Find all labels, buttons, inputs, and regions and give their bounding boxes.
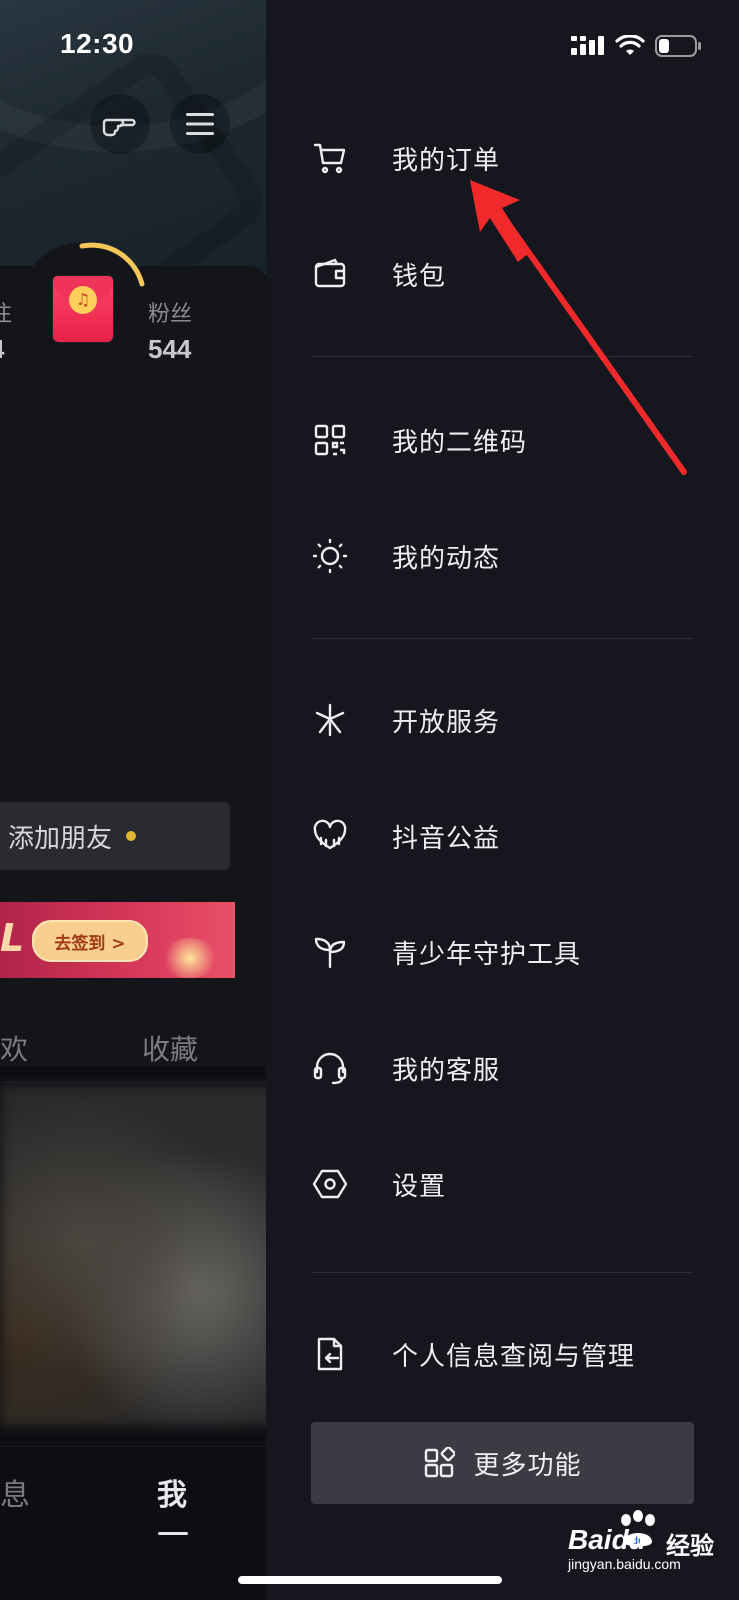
tab-favorites[interactable]: 收藏 [142, 1028, 198, 1068]
following-label: 注 [0, 302, 13, 327]
nav-active-indicator [158, 1532, 188, 1535]
menu-item-youth-protection[interactable]: 青少年守护工具 [312, 922, 702, 982]
watermark-url: jingyan.baidu.com [568, 1556, 681, 1572]
hamburger-icon [186, 113, 214, 135]
red-packet-icon[interactable]: ♫ [53, 276, 113, 342]
signin-button[interactable]: 去签到 > [32, 920, 148, 962]
battery-icon [655, 35, 701, 57]
status-icons [571, 34, 703, 58]
signal-icon [571, 36, 604, 55]
menu-label: 抖音公益 [392, 823, 501, 854]
menu-item-moments[interactable]: 我的动态 [312, 526, 702, 586]
menu-label: 我的动态 [392, 543, 501, 574]
add-friend-label: 添加朋友 [8, 823, 113, 854]
menu-label: 设置 [392, 1171, 447, 1202]
baidu-watermark: du Baidu 经验 jingyan.baidu.com [568, 1510, 730, 1572]
charity-heart-icon [313, 819, 347, 850]
banner-letter: L [0, 916, 25, 960]
visitor-button[interactable] [90, 94, 150, 154]
signin-banner[interactable]: L 去签到 > [0, 902, 235, 978]
more-features-button[interactable]: 更多功能 [311, 1422, 694, 1504]
menu-item-charity[interactable]: 抖音公益 [312, 806, 702, 866]
following-count: 4 [0, 334, 4, 365]
sun-icon [312, 538, 348, 574]
nav-me[interactable]: 我 [157, 1470, 187, 1514]
cart-icon [313, 143, 346, 174]
menu-label: 个人信息查阅与管理 [392, 1341, 636, 1372]
headset-icon [313, 1052, 347, 1085]
followers-count: 544 [148, 334, 192, 364]
hand-pointing-icon [102, 118, 136, 137]
menu-item-open-services[interactable]: 开放服务 [312, 690, 702, 750]
nav-messages[interactable]: 息 [0, 1470, 30, 1514]
profile-page-background: ♫ 注 4 粉丝 544 添加朋友 L 去签到 > 欢 收藏 息 我 12:30 [0, 0, 266, 1600]
signin-button-label: 去签到 > [54, 933, 126, 954]
hexagon-settings-icon [312, 1169, 348, 1199]
open-service-icon [315, 703, 345, 737]
menu-divider [311, 638, 694, 639]
status-time: 12:30 [60, 28, 135, 59]
followers-label: 粉丝 [148, 302, 193, 327]
home-indicator[interactable] [238, 1576, 502, 1584]
menu-item-settings[interactable]: 设置 [312, 1154, 702, 1214]
watermark-brand: Baidu [568, 1524, 646, 1555]
menu-label: 青少年守护工具 [392, 939, 582, 970]
video-thumbnail-blurred[interactable] [0, 1086, 266, 1426]
sprout-icon [314, 937, 346, 969]
menu-button[interactable] [170, 94, 230, 154]
document-return-icon [317, 1337, 343, 1371]
menu-label: 钱包 [392, 261, 447, 292]
menu-label: 我的客服 [392, 1055, 501, 1086]
menu-item-personal-info[interactable]: 个人信息查阅与管理 [312, 1324, 702, 1384]
menu-divider [311, 1272, 694, 1273]
annotation-arrow [470, 180, 687, 475]
more-features-label: 更多功能 [473, 1450, 582, 1481]
menu-label: 开放服务 [392, 707, 501, 738]
grid-apps-icon [425, 1447, 456, 1478]
menu-item-customer-service[interactable]: 我的客服 [312, 1038, 702, 1098]
qrcode-icon [314, 424, 346, 456]
wifi-icon [615, 35, 645, 55]
wallet-icon [314, 258, 346, 288]
add-friend-button[interactable]: 添加朋友 [0, 802, 230, 870]
tab-likes[interactable]: 欢 [0, 1028, 28, 1068]
bottom-nav [0, 1446, 266, 1600]
notification-dot [126, 831, 137, 841]
